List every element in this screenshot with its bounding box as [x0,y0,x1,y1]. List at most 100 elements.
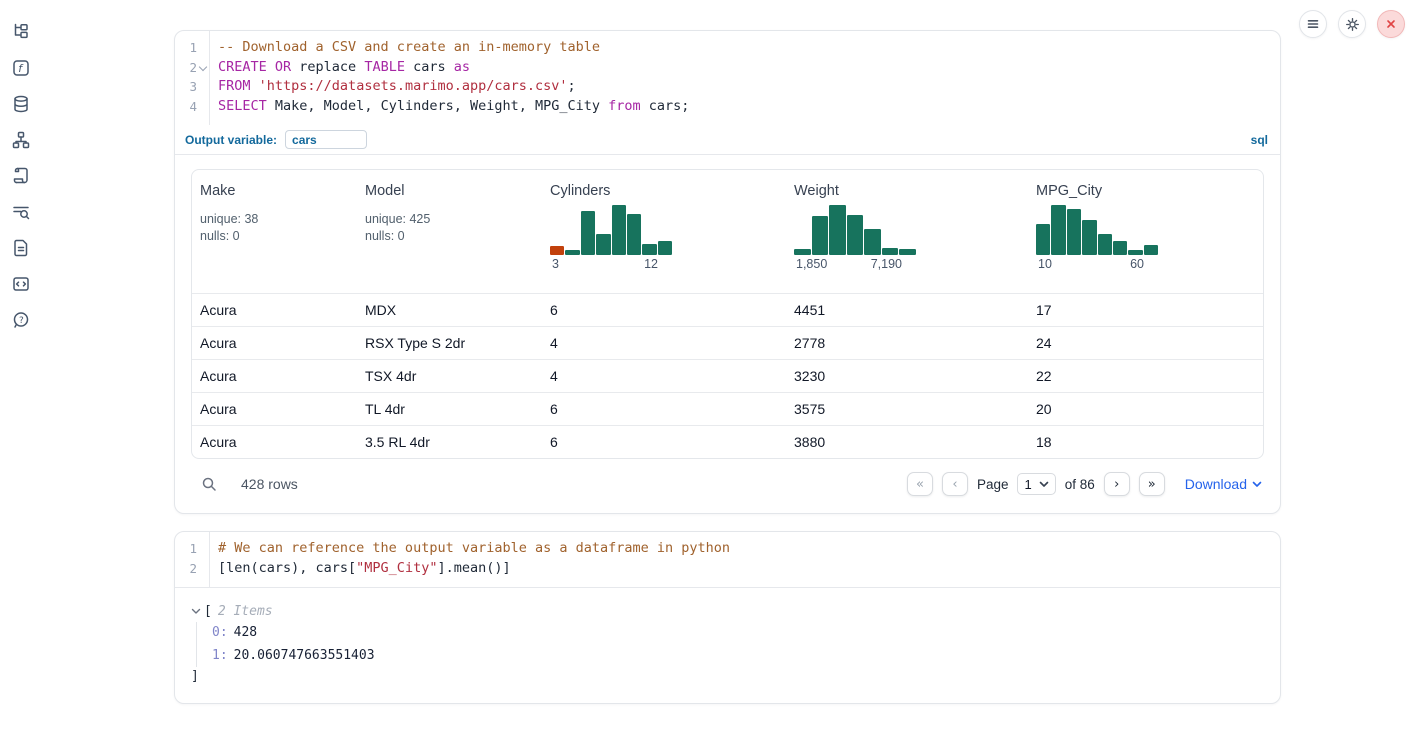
column-header-make[interactable]: Make unique: 38 nulls: 0 [192,170,357,293]
code-line: 2CREATE OR replace TABLE cars as [175,58,1280,78]
histogram-bar [1067,209,1081,256]
list-close-bracket: ] [191,667,1264,687]
table-cell: 6 [542,434,786,450]
histogram-bar [882,248,899,256]
table-cell: TSX 4dr [357,368,542,384]
histogram-bar [627,214,641,256]
sql-code-editor[interactable]: 1-- Download a CSV and create an in-memo… [175,31,1280,125]
table-cell: 4 [542,368,786,384]
table-row: AcuraTL 4dr6357520 [192,392,1263,425]
fold-chevron-icon[interactable] [199,62,207,70]
table-cell: 24 [1028,335,1263,351]
histogram-axis-label: 3 [552,257,559,271]
file-tree-icon[interactable] [11,22,31,42]
histogram-bar [1051,205,1065,255]
histogram-bar [1113,241,1127,255]
menu-button[interactable] [1299,10,1327,38]
histogram-bar [581,211,595,255]
table-cell: 18 [1028,434,1263,450]
variables-icon[interactable]: f [11,58,31,78]
chevrons-right-icon: » [1148,477,1156,492]
output-variable-label: Output variable: [185,133,277,147]
table-cell: 22 [1028,368,1263,384]
search-icon [201,476,218,493]
histogram-axis-label: 1,850 [796,257,827,271]
column-header-mpg-city[interactable]: MPG_City 1060 [1028,170,1263,293]
table-cell: 3230 [786,368,1028,384]
gear-icon [1344,16,1361,33]
list-item-count: 2 Items [218,601,273,622]
python-code-editor[interactable]: 1# We can reference the output variable … [175,532,1280,588]
row-count: 428 rows [241,476,298,492]
window-controls [1299,10,1405,38]
list-entry: 1:20.060747663551403 [212,645,1264,668]
histogram-bar [550,246,564,255]
search-button[interactable] [199,474,219,494]
output-variable-input[interactable] [285,130,367,149]
histogram-bar [847,215,864,255]
code-line: 1-- Download a CSV and create an in-memo… [175,38,1280,58]
histogram-bar [899,249,916,255]
svg-text:f: f [18,62,24,75]
histogram-bar [1082,220,1096,255]
table-cell: RSX Type S 2dr [357,335,542,351]
first-page-button[interactable]: « [907,472,933,496]
histogram-bar [642,244,656,255]
code-line: 1# We can reference the output variable … [175,539,1280,559]
histogram-bar [1098,234,1112,255]
table-cell: 4 [542,335,786,351]
column-header-cylinders[interactable]: Cylinders 312 [542,170,786,293]
column-stat: nulls: 0 [365,228,538,245]
python-cell-output: [ 2 Items 0:428 1:20.060747663551403 ] [175,588,1280,703]
table-body: AcuraMDX6445117AcuraRSX Type S 2dr427782… [192,293,1263,458]
sql-cell-output: Make unique: 38 nulls: 0 Model unique: 4… [175,155,1280,513]
data-table: Make unique: 38 nulls: 0 Model unique: 4… [191,169,1264,459]
weight-histogram: 1,850 7,190 [794,205,916,271]
table-cell: 3575 [786,401,1028,417]
menu-icon [1305,16,1321,32]
dependency-graph-icon[interactable] [11,130,31,150]
table-cell: Acura [192,434,357,450]
notebook-main: 1-- Download a CSV and create an in-memo… [174,30,1281,704]
column-stat: nulls: 0 [200,228,353,245]
column-header-weight[interactable]: Weight 1,8507,190 [786,170,1028,293]
settings-button[interactable] [1338,10,1366,38]
sql-output-variable-bar: Output variable: sql [175,125,1280,155]
column-stat: unique: 38 [200,211,353,228]
table-cell: 20 [1028,401,1263,417]
download-button[interactable]: Download [1185,476,1262,492]
histogram-bar [565,250,579,255]
chevron-down-icon [191,608,201,615]
histogram-bar [612,205,626,255]
table-row: AcuraRSX Type S 2dr4277824 [192,326,1263,359]
last-page-button[interactable]: » [1139,472,1165,496]
left-sidebar: f ? [0,0,42,330]
column-header-model[interactable]: Model unique: 425 nulls: 0 [357,170,542,293]
scratchpad-icon[interactable] [11,166,31,186]
table-cell: 3.5 RL 4dr [357,434,542,450]
table-cell: MDX [357,302,542,318]
list-open-bracket: [ [204,601,212,622]
table-cell: 6 [542,302,786,318]
histogram-bar [596,234,610,255]
collapse-toggle[interactable] [191,608,201,615]
cylinders-histogram: 312 [550,205,672,271]
page-select[interactable]: 1 [1017,473,1055,495]
column-stat: unique: 425 [365,211,538,228]
python-cell: 1# We can reference the output variable … [174,531,1281,704]
snippets-icon[interactable] [11,274,31,294]
histogram-axis-label: 60 [1130,257,1144,271]
documentation-icon[interactable] [11,238,31,258]
pagination: « ‹ Page 1 of 86 › » [907,472,1165,496]
histogram-bar [864,229,881,255]
close-button[interactable] [1377,10,1405,38]
next-page-button[interactable]: › [1104,472,1130,496]
prev-page-button[interactable]: ‹ [942,472,968,496]
help-icon[interactable]: ? [11,310,31,330]
logs-icon[interactable] [11,202,31,222]
histogram-bar [1144,245,1158,255]
histogram-axis-label: 10 [1038,257,1052,271]
datasources-icon[interactable] [11,94,31,114]
chevron-right-icon: › [1114,477,1119,492]
histogram-axis-label: 7,190 [871,257,902,271]
